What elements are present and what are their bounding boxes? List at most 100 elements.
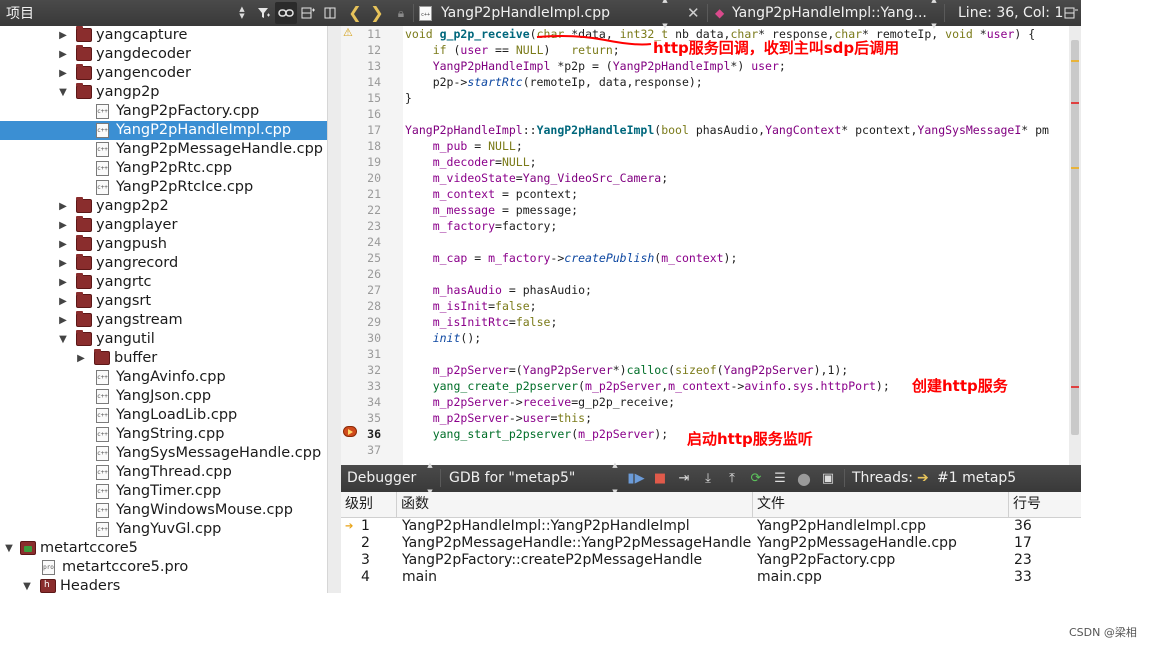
code-line[interactable]: m_p2pServer->receive=g_p2p_receive; xyxy=(405,394,675,410)
code-line[interactable]: p2p->startRtc(remoteIp, data,response); xyxy=(405,74,703,90)
code-line[interactable]: m_context = pcontext; xyxy=(405,186,578,202)
line-number[interactable]: 18 xyxy=(359,138,381,154)
code-line[interactable]: m_decoder=NULL; xyxy=(405,154,537,170)
code-line[interactable]: m_pub = NULL; xyxy=(405,138,523,154)
column-file[interactable]: 文件 xyxy=(753,492,1009,517)
line-number[interactable]: 29 xyxy=(359,314,381,330)
tree-file-item[interactable]: c++ YangP2pRtc.cpp xyxy=(0,159,327,178)
tree-folder-item[interactable]: ▶ yangpush xyxy=(0,235,327,254)
tree-file-item[interactable]: c++ YangThread.cpp xyxy=(0,463,327,482)
line-number[interactable]: 20 xyxy=(359,170,381,186)
instruction-mode-icon[interactable]: ☰ xyxy=(771,465,789,492)
expand-arrow-icon[interactable]: ▶ xyxy=(58,216,68,235)
continue-icon[interactable]: ▮▶ xyxy=(627,465,645,492)
code-line[interactable]: yang_create_p2pserver(m_p2pServer,m_cont… xyxy=(405,378,890,394)
tree-file-item[interactable]: c++ YangSysMessageHandle.cpp xyxy=(0,444,327,463)
tree-folder-item[interactable]: ▶ yangrecord xyxy=(0,254,327,273)
tree-folder-item[interactable]: ▼ Headers xyxy=(0,577,327,593)
line-number[interactable]: 32 xyxy=(359,362,381,378)
back-arrow-icon[interactable]: ❮ xyxy=(345,0,365,26)
breakpoint-current-line-icon[interactable] xyxy=(343,426,357,437)
code-line[interactable]: m_videoState=Yang_VideoSrc_Camera; xyxy=(405,170,668,186)
code-line[interactable]: m_message = pmessage; xyxy=(405,202,578,218)
tree-folder-item[interactable]: ▶ yangp2p2 xyxy=(0,197,327,216)
stack-frame-row[interactable]: 4 main main.cpp 33 xyxy=(341,569,1081,586)
column-line[interactable]: 行号 xyxy=(1009,492,1081,517)
expand-arrow-icon[interactable]: ▶ xyxy=(58,254,68,273)
stack-frame-row[interactable]: ➔ 1 YangP2pHandleImpl::YangP2pHandleImpl Ya… xyxy=(341,518,1081,535)
tree-file-item[interactable]: c++ YangWindowsMouse.cpp xyxy=(0,501,327,520)
tree-file-item[interactable]: c++ YangP2pRtcIce.cpp xyxy=(0,178,327,197)
stack-frame-row[interactable]: 2 YangP2pMessageHandle::YangP2pMessageHan… xyxy=(341,535,1081,552)
code-area[interactable]: void g_p2p_receive(char *data, int32_t n… xyxy=(403,26,1069,465)
cursor-position[interactable]: Line: 36, Col: 1 xyxy=(958,0,1063,26)
tree-folder-item[interactable]: ▶ yangdecoder xyxy=(0,45,327,64)
line-number[interactable]: 19 xyxy=(359,154,381,170)
collapse-arrow-icon[interactable]: ▼ xyxy=(4,539,14,558)
tree-file-item[interactable]: c++ YangString.cpp xyxy=(0,425,327,444)
close-pane-icon[interactable] xyxy=(319,2,341,24)
expand-arrow-icon[interactable]: ▶ xyxy=(58,45,68,64)
file-tab-dropdown-icon[interactable]: ▲ ▼ xyxy=(658,0,672,30)
column-level[interactable]: 级别 xyxy=(341,492,397,517)
expand-arrow-icon[interactable]: ▶ xyxy=(58,311,68,330)
code-line[interactable]: m_cap = m_factory->createPublish(m_conte… xyxy=(405,250,738,266)
code-line[interactable]: m_hasAudio = phasAudio; xyxy=(405,282,592,298)
collapse-arrow-icon[interactable]: ▼ xyxy=(58,83,68,102)
record-icon[interactable]: ● xyxy=(795,465,813,492)
tree-file-item[interactable]: c++ YangP2pMessageHandle.cpp xyxy=(0,140,327,159)
line-number[interactable]: 37 xyxy=(359,442,381,458)
tree-file-item[interactable]: c++ YangJson.cpp xyxy=(0,387,327,406)
code-line[interactable]: init(); xyxy=(405,330,481,346)
debugger-mode-select[interactable]: Debugger xyxy=(347,465,416,492)
code-line[interactable]: YangP2pHandleImpl::YangP2pHandleImpl(boo… xyxy=(405,122,1049,138)
code-line[interactable]: yang_start_p2pserver(m_p2pServer); xyxy=(405,426,668,442)
code-line[interactable]: m_factory=factory; xyxy=(405,218,558,234)
line-number[interactable]: 25 xyxy=(359,250,381,266)
tree-folder-item[interactable]: ▶ yangencoder xyxy=(0,64,327,83)
tree-file-item[interactable]: c++ YangYuvGl.cpp xyxy=(0,520,327,539)
expand-arrow-icon[interactable]: ▶ xyxy=(58,273,68,292)
close-file-icon[interactable]: ✕ xyxy=(687,0,700,26)
step-out-icon[interactable]: ⤒ xyxy=(723,465,741,492)
column-function[interactable]: 函数 xyxy=(397,492,753,517)
tree-folder-item[interactable]: ▶ yangstream xyxy=(0,311,327,330)
view-select-arrows-icon[interactable]: ▲ ▼ xyxy=(235,6,249,20)
expand-arrow-icon[interactable]: ▶ xyxy=(58,292,68,311)
step-into-icon[interactable]: ⤓ xyxy=(699,465,717,492)
line-number[interactable]: 17 xyxy=(359,122,381,138)
code-line[interactable]: } xyxy=(405,90,412,106)
line-number[interactable]: 27 xyxy=(359,282,381,298)
tree-folder-item[interactable]: ▶ buffer xyxy=(0,349,327,368)
lock-icon[interactable]: 🔒︎ xyxy=(391,0,411,26)
line-number[interactable]: 34 xyxy=(359,394,381,410)
line-number[interactable]: 12 xyxy=(359,42,381,58)
expand-arrow-icon[interactable]: ▶ xyxy=(58,64,68,83)
split-editor-icon[interactable] xyxy=(1064,0,1078,26)
tree-folder-item[interactable]: ▶ yangsrt xyxy=(0,292,327,311)
engine-dropdown-icon[interactable]: ▲▼ xyxy=(608,461,622,496)
tree-folder-item[interactable]: ▼ metartccore5 xyxy=(0,539,327,558)
line-number[interactable]: 26 xyxy=(359,266,381,282)
tree-file-item[interactable]: c++ YangP2pFactory.cpp xyxy=(0,102,327,121)
tree-folder-item[interactable]: ▶ yangrtc xyxy=(0,273,327,292)
collapse-arrow-icon[interactable]: ▼ xyxy=(22,577,32,593)
step-over-icon[interactable]: ⇥ xyxy=(675,465,693,492)
symbol-selector[interactable]: YangP2pHandleImpl::Yang... xyxy=(732,0,927,26)
stack-frame-row[interactable]: 3 YangP2pFactory::createP2pMessageHandle Y… xyxy=(341,552,1081,569)
line-number[interactable]: 23 xyxy=(359,218,381,234)
line-number[interactable]: 22 xyxy=(359,202,381,218)
project-tree-scrollbar[interactable] xyxy=(327,26,341,593)
thread-select[interactable]: #1 metap5 xyxy=(937,465,1016,492)
expand-arrow-icon[interactable]: ▶ xyxy=(58,197,68,216)
filter-icon[interactable] xyxy=(253,2,275,24)
line-number[interactable]: 15 xyxy=(359,90,381,106)
expand-arrow-icon[interactable]: ▶ xyxy=(58,235,68,254)
expand-arrow-icon[interactable]: ▶ xyxy=(76,349,86,368)
tree-folder-item[interactable]: ▼ yangp2p xyxy=(0,83,327,102)
tree-file-item[interactable]: c++ YangLoadLib.cpp xyxy=(0,406,327,425)
line-number[interactable]: 31 xyxy=(359,346,381,362)
line-number[interactable]: 28 xyxy=(359,298,381,314)
stop-debugger-icon[interactable]: ■ xyxy=(651,465,669,492)
symbol-dropdown-icon[interactable]: ▲ ▼ xyxy=(927,0,941,30)
